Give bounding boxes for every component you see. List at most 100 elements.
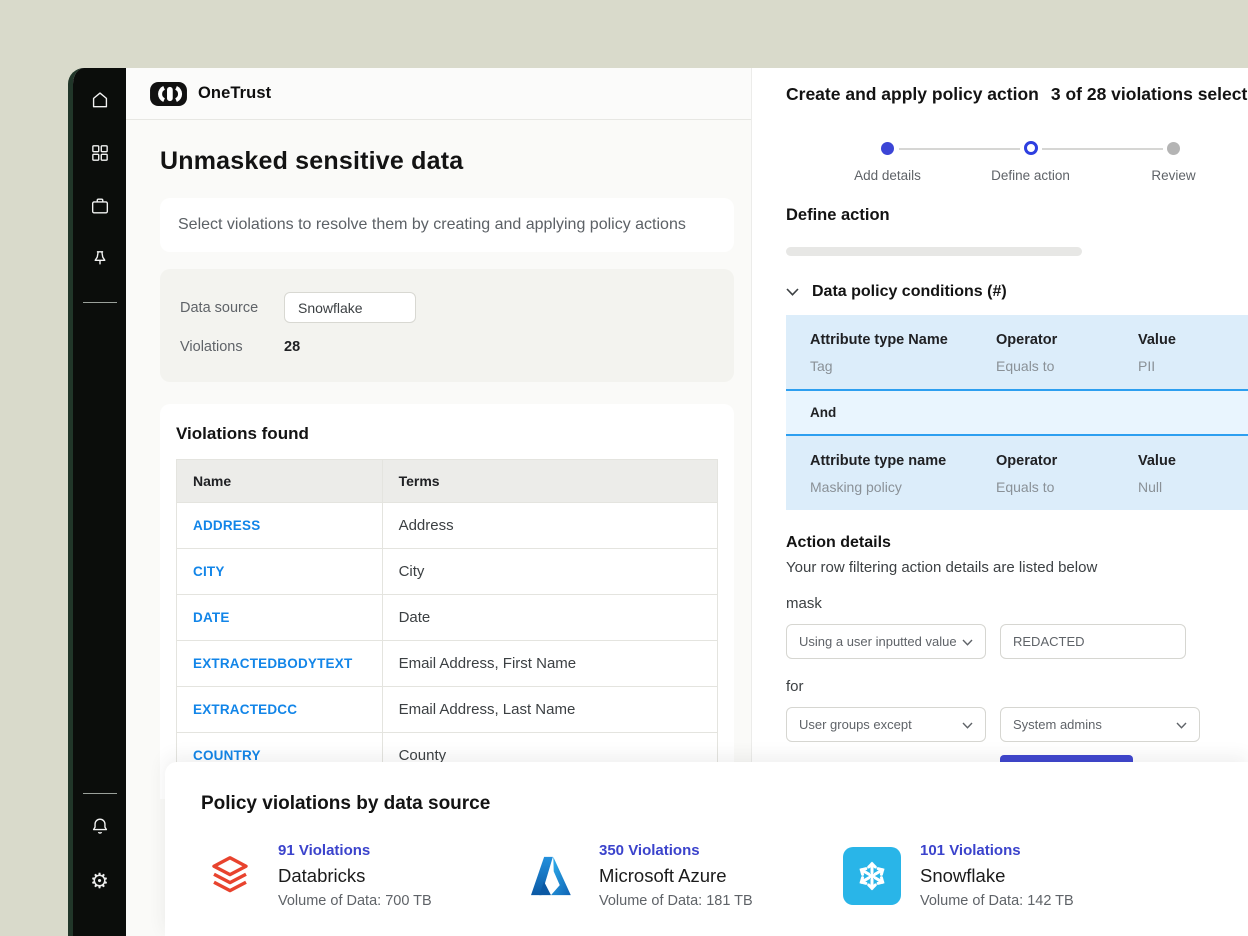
instruction-banner: Select violations to resolve them by cre… bbox=[160, 198, 734, 252]
chevron-down-icon bbox=[786, 283, 799, 301]
condition-col-header: Value bbox=[1138, 453, 1248, 469]
mask-method-select[interactable]: Using a user inputted value bbox=[786, 624, 986, 659]
step-review[interactable]: Review bbox=[1102, 142, 1245, 183]
source-card-databricks: 91 Violations Databricks Volume of Data:… bbox=[201, 842, 522, 909]
for-label: for bbox=[786, 678, 1248, 695]
briefcase-icon bbox=[89, 195, 111, 222]
violation-terms: City bbox=[382, 549, 717, 595]
instruction-text: Select violations to resolve them by cre… bbox=[178, 216, 686, 233]
condition-value: Equals to bbox=[996, 358, 1138, 374]
conditions-toggle[interactable]: Data policy conditions (#) bbox=[786, 283, 1248, 301]
sidebar-item-settings[interactable]: ⚙ bbox=[80, 861, 120, 901]
home-icon bbox=[89, 89, 111, 116]
policy-violations-panel: Policy violations by data source 91 Viol… bbox=[165, 762, 1248, 936]
violation-link[interactable]: DATE bbox=[193, 610, 230, 625]
step-dot-current-icon bbox=[1024, 141, 1038, 155]
violations-count-label: Violations bbox=[180, 339, 284, 355]
sidebar-item-notifications[interactable] bbox=[80, 808, 120, 848]
condition-value: Masking policy bbox=[810, 479, 996, 495]
chevron-down-icon bbox=[962, 717, 973, 732]
table-row: ADDRESS Address bbox=[177, 503, 718, 549]
source-card-azure: 350 Violations Microsoft Azure Volume of… bbox=[522, 842, 843, 909]
condition-col-header: Operator bbox=[996, 332, 1138, 348]
violations-count-value: 28 bbox=[284, 339, 300, 355]
condition-value: Null bbox=[1138, 479, 1248, 495]
violations-table: Name Terms ADDRESS Address CITY City bbox=[176, 459, 718, 779]
gear-icon: ⚙ bbox=[90, 871, 109, 892]
chevron-down-icon bbox=[1176, 717, 1187, 732]
column-header-terms: Terms bbox=[382, 460, 717, 503]
column-header-name: Name bbox=[177, 460, 383, 503]
define-action-heading: Define action bbox=[786, 206, 1248, 225]
violation-link[interactable]: CITY bbox=[193, 564, 225, 579]
bell-icon bbox=[89, 815, 111, 842]
source-name: Microsoft Azure bbox=[599, 865, 753, 887]
sidebar: ⚙ bbox=[73, 68, 126, 936]
condition-group-2: Attribute type name Operator Value Maski… bbox=[786, 436, 1248, 510]
sidebar-item-workspace[interactable] bbox=[80, 188, 120, 228]
azure-icon bbox=[522, 847, 580, 905]
condition-col-header: Operator bbox=[996, 453, 1138, 469]
step-dot-upcoming-icon bbox=[1167, 142, 1180, 155]
condition-value: Equals to bbox=[996, 479, 1138, 495]
source-name: Snowflake bbox=[920, 865, 1074, 887]
condition-col-header: Value bbox=[1138, 332, 1248, 348]
pin-icon bbox=[89, 248, 111, 275]
sidebar-item-pinned[interactable] bbox=[80, 241, 120, 281]
sidebar-divider-top bbox=[83, 302, 117, 303]
app-header: OneTrust bbox=[126, 68, 751, 120]
violations-link[interactable]: 91 Violations bbox=[278, 842, 432, 859]
mask-value-input[interactable]: REDACTED bbox=[1000, 624, 1186, 659]
table-row: EXTRACTEDBODYTEXT Email Address, First N… bbox=[177, 641, 718, 687]
sidebar-divider-bottom bbox=[83, 793, 117, 794]
panel-title: Create and apply policy action bbox=[786, 84, 1039, 105]
group-mode-select[interactable]: User groups except bbox=[786, 707, 986, 742]
mask-label: mask bbox=[786, 595, 1248, 612]
group-value-select[interactable]: System admins bbox=[1000, 707, 1200, 742]
action-details-subheading: Your row filtering action details are li… bbox=[786, 559, 1248, 576]
violation-link[interactable]: EXTRACTEDBODYTEXT bbox=[193, 656, 352, 671]
onetrust-logo-icon bbox=[150, 82, 187, 106]
sidebar-item-home[interactable] bbox=[80, 82, 120, 122]
source-name: Databricks bbox=[278, 865, 432, 887]
violation-link[interactable]: EXTRACTEDCC bbox=[193, 702, 297, 717]
conditions-label: Data policy conditions (#) bbox=[812, 283, 1007, 301]
violations-link[interactable]: 350 Violations bbox=[599, 842, 753, 859]
violation-link[interactable]: ADDRESS bbox=[193, 518, 260, 533]
data-source-label: Data source bbox=[180, 300, 284, 316]
violation-terms: Email Address, First Name bbox=[382, 641, 717, 687]
table-row: EXTRACTEDCC Email Address, Last Name bbox=[177, 687, 718, 733]
stepper: Add details Define action Review bbox=[816, 142, 1246, 183]
table-row: DATE Date bbox=[177, 595, 718, 641]
condition-connector: And bbox=[786, 391, 1248, 434]
source-volume: Volume of Data: 181 TB bbox=[599, 893, 753, 909]
sidebar-item-apps[interactable] bbox=[80, 135, 120, 175]
violation-terms: Email Address, Last Name bbox=[382, 687, 717, 733]
conditions-block: Attribute type Name Operator Value Tag E… bbox=[786, 315, 1248, 510]
violation-terms: Date bbox=[382, 595, 717, 641]
condition-col-header: Attribute type Name bbox=[810, 332, 996, 348]
databricks-icon bbox=[201, 847, 259, 905]
selection-count: 3 of 28 violations selected bbox=[1051, 84, 1248, 105]
progress-bar bbox=[786, 247, 1082, 256]
step-dot-complete-icon bbox=[881, 142, 894, 155]
source-card-snowflake: 101 Violations Snowflake Volume of Data:… bbox=[843, 842, 1164, 909]
violation-link[interactable]: COUNTRY bbox=[193, 748, 261, 763]
footer-heading: Policy violations by data source bbox=[201, 793, 1248, 815]
brand-name: OneTrust bbox=[198, 84, 271, 103]
app-window: ⚙ OneTrust Unmasked sensitive data Selec… bbox=[68, 68, 1248, 936]
page-title: Unmasked sensitive data bbox=[160, 147, 734, 176]
condition-col-header: Attribute type name bbox=[810, 453, 996, 469]
violations-link[interactable]: 101 Violations bbox=[920, 842, 1074, 859]
chevron-down-icon bbox=[962, 634, 973, 649]
violation-terms: Address bbox=[382, 503, 717, 549]
source-volume: Volume of Data: 700 TB bbox=[278, 893, 432, 909]
violations-found-card: Violations found Name Terms ADDRESS Addr… bbox=[160, 404, 734, 799]
condition-value: Tag bbox=[810, 358, 996, 374]
apps-grid-icon bbox=[89, 142, 111, 169]
source-volume: Volume of Data: 142 TB bbox=[920, 893, 1074, 909]
data-source-input[interactable]: Snowflake bbox=[284, 292, 416, 323]
table-row: CITY City bbox=[177, 549, 718, 595]
action-details-heading: Action details bbox=[786, 534, 1248, 552]
violations-found-heading: Violations found bbox=[176, 424, 718, 444]
